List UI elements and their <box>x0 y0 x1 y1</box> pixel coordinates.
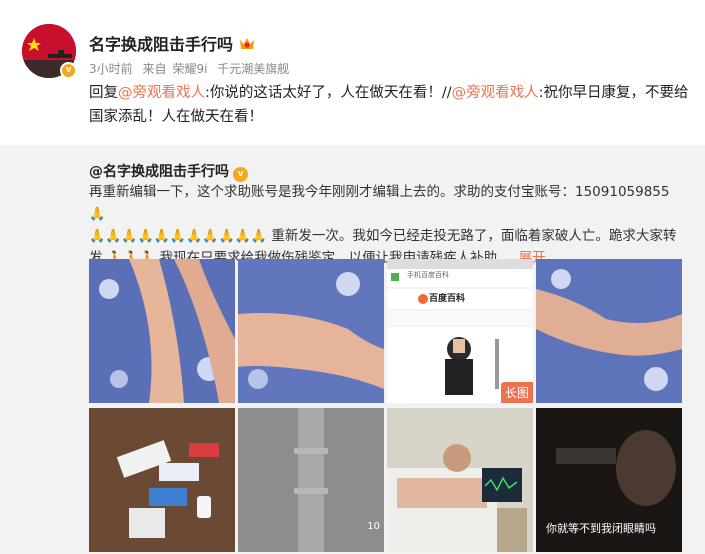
original-text: 再重新编辑一下，这个求助账号是我今年刚刚才编辑上去的。求助的支付宝账号：1509… <box>89 181 689 269</box>
post-username-text[interactable]: 名字换成阻击手行吗 <box>89 35 233 54</box>
original-username-text[interactable]: @名字换成阻击手行吗 <box>89 164 229 180</box>
image-thumb-8[interactable]: 你就等不到我闭眼睛吗 <box>536 408 682 552</box>
image-thumb-4[interactable] <box>536 259 682 403</box>
foot-photo-image <box>536 259 682 403</box>
post-time[interactable]: 3小时前 <box>89 62 133 76</box>
image-thumb-2[interactable] <box>238 259 384 403</box>
image-grid: 百度百科 手机百度百科 长图 10 你就等不到我闭眼睛吗 <box>89 259 683 554</box>
leg-photo-image <box>89 259 235 403</box>
reply-prefix: 回复 <box>89 85 118 101</box>
image-thumb-6[interactable]: 10 <box>238 408 384 552</box>
source-extra: 千元潮美旗舰 <box>217 62 290 76</box>
crown-icon <box>240 38 255 49</box>
leg-photo-image <box>238 259 384 403</box>
xray-photo-image <box>238 408 384 552</box>
vip-badge-icon: v <box>60 62 77 79</box>
source-device[interactable]: 荣耀9i <box>172 62 207 76</box>
mention-link[interactable]: @旁观看戏人 <box>118 85 205 101</box>
hospital-photo-image <box>387 408 533 552</box>
image-thumb-3[interactable]: 百度百科 手机百度百科 长图 <box>387 259 533 403</box>
image-thumb-5[interactable] <box>89 408 235 552</box>
original-username[interactable]: @名字换成阻击手行吗 v <box>89 161 248 182</box>
folded-hands-icon: 🙏🙏🙏🙏🙏🙏🙏🙏🙏🙏🙏 <box>89 229 268 244</box>
baike-url: 手机百度百科 <box>407 271 449 279</box>
reply-text: 回复@旁观看戏人:你说的这话太好了，人在做天在看！//@旁观看戏人:祝你早日康复… <box>89 81 689 129</box>
image-caption: 你就等不到我闭眼睛吗 <box>546 522 656 535</box>
source-prefix: 来自 <box>142 62 167 76</box>
image-thumb-1[interactable] <box>89 259 235 403</box>
medicine-photo-image <box>89 408 235 552</box>
reply-quote: :你说的这话太好了，人在做天在看！// <box>205 85 452 101</box>
original-text-1: 再重新编辑一下，这个求助账号是我今年刚刚才编辑上去的。求助的支付宝账号：1509… <box>89 184 670 200</box>
folded-hands-icon: 🙏 <box>89 207 106 222</box>
vip-badge-icon: v <box>233 167 248 182</box>
post-username[interactable]: 名字换成阻击手行吗 <box>89 31 256 55</box>
mention-link[interactable]: @旁观看戏人 <box>452 85 539 101</box>
xray-number: 10 <box>367 521 380 532</box>
long-image-badge: 长图 <box>500 382 533 403</box>
baike-title: 百度百科 <box>429 294 466 304</box>
image-thumb-7[interactable] <box>387 408 533 552</box>
post-meta: 3小时前 来自 荣耀9i 千元潮美旗舰 <box>89 60 295 77</box>
